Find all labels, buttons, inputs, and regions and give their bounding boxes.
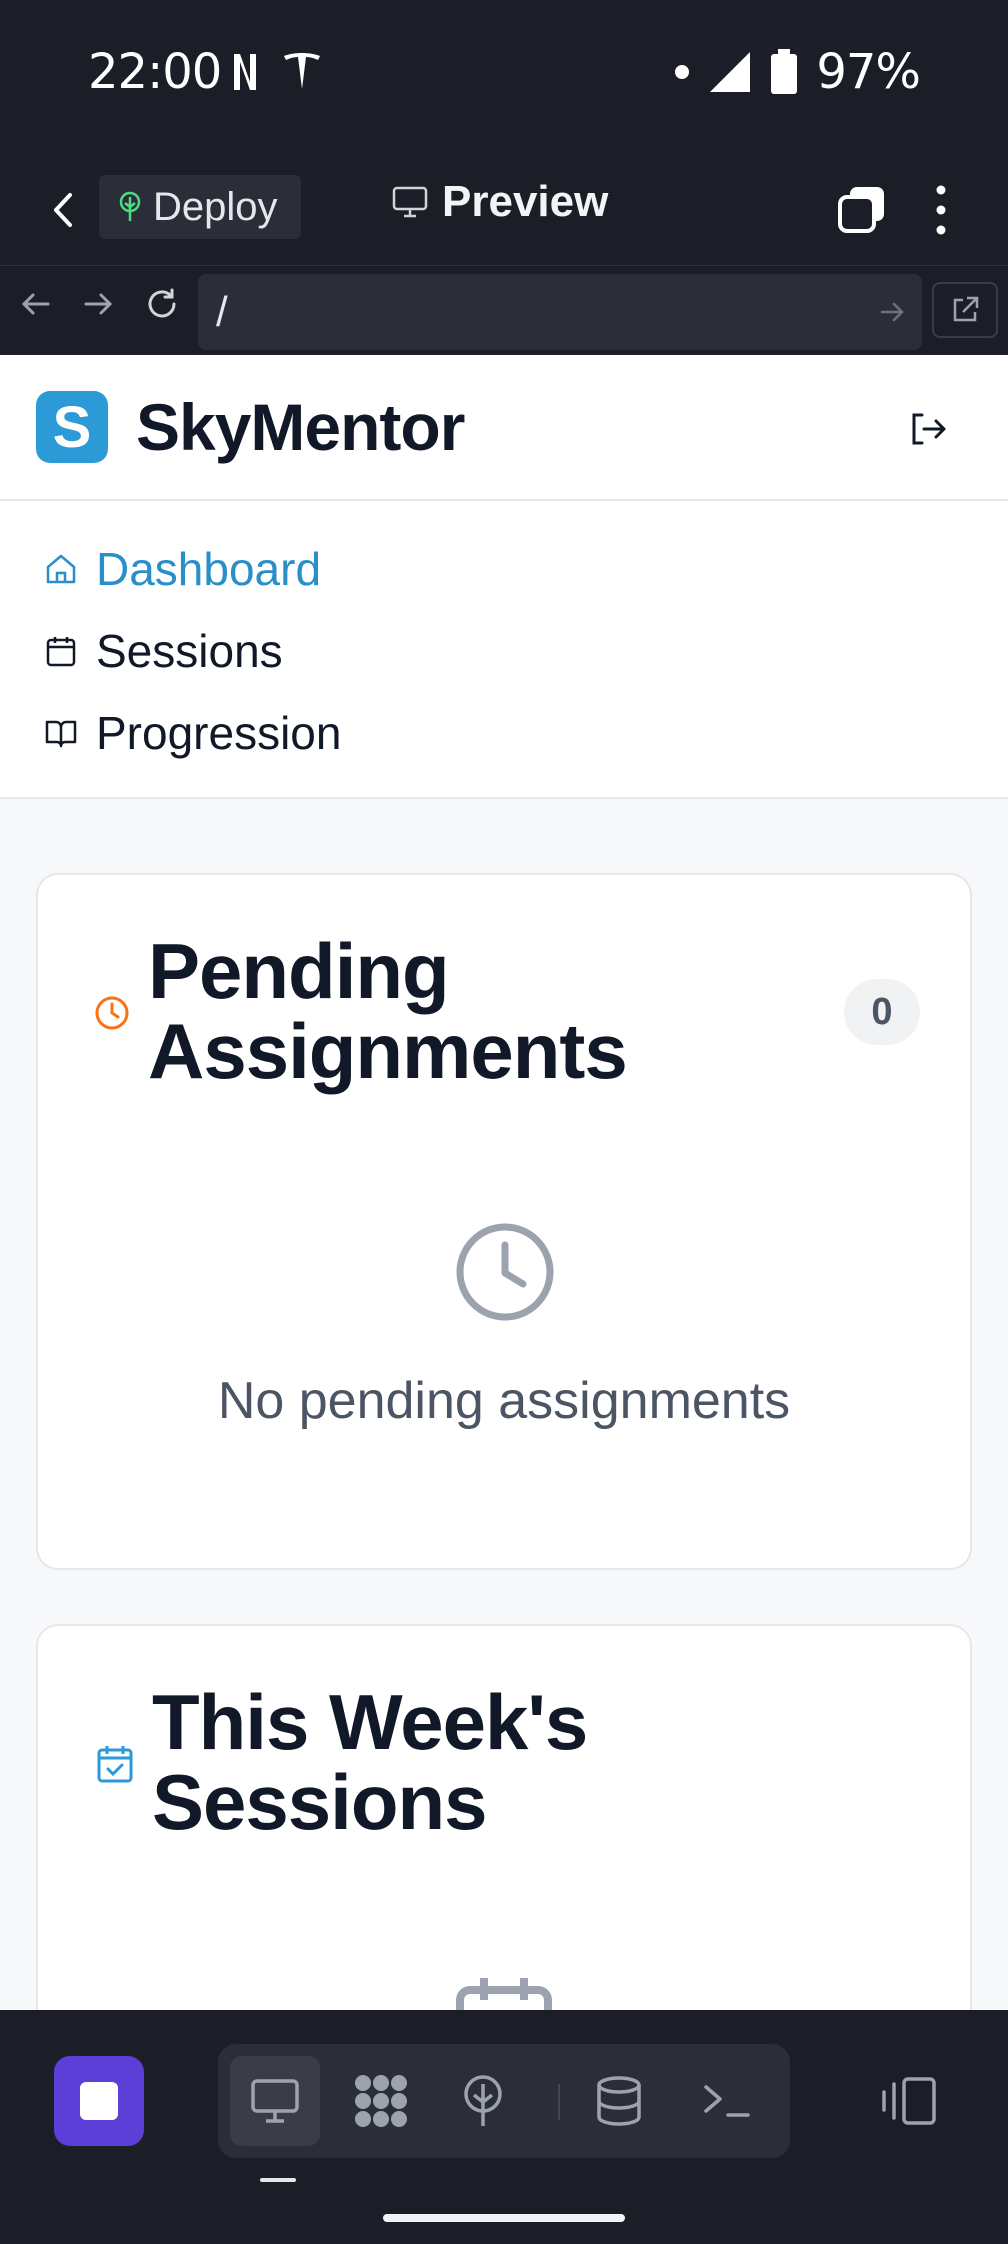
card-title: Pending Assignments xyxy=(148,927,628,1095)
clock: 22:00 xyxy=(88,44,222,100)
back-chevron-icon[interactable] xyxy=(44,185,84,235)
database-icon xyxy=(597,2076,641,2126)
url-text: / xyxy=(216,288,228,335)
deploy-button[interactable]: Deploy xyxy=(99,175,301,239)
deploy-tree-icon xyxy=(119,191,141,221)
stop-button[interactable] xyxy=(54,2056,144,2146)
nav-back-arrow-icon[interactable] xyxy=(16,284,56,324)
home-indicator[interactable] xyxy=(383,2214,625,2222)
status-bar: 22:00 97% xyxy=(0,0,1008,155)
terminal-icon xyxy=(704,2085,750,2117)
preview-label: Preview xyxy=(442,177,609,226)
nav-item-progression[interactable]: Progression xyxy=(44,701,341,765)
app-header: S SkyMentor xyxy=(0,355,1008,501)
netflix-icon xyxy=(234,54,256,90)
battery-icon xyxy=(771,49,798,94)
nav-label: Sessions xyxy=(96,625,283,677)
nav-item-sessions[interactable]: Sessions xyxy=(44,619,283,683)
card-title: This Week's Sessions xyxy=(152,1678,588,1846)
nav-label: Dashboard xyxy=(96,543,322,595)
main-nav: Dashboard Sessions Progression xyxy=(0,501,1008,799)
grid-blob-icon xyxy=(355,2075,407,2127)
tool-group xyxy=(218,2044,790,2158)
app-logo: S xyxy=(36,391,108,463)
deploy-tree-icon xyxy=(464,2075,502,2126)
tool-deploy[interactable] xyxy=(438,2056,528,2146)
count-badge: 0 xyxy=(844,979,920,1045)
signal-icon xyxy=(710,52,751,92)
stop-icon xyxy=(80,2082,118,2120)
battery-percent: 97% xyxy=(816,44,921,100)
tabs-icon[interactable] xyxy=(838,185,886,233)
url-input[interactable]: / xyxy=(198,274,922,350)
bottom-toolbar xyxy=(0,2010,1008,2244)
deploy-label: Deploy xyxy=(153,184,278,229)
home-icon xyxy=(46,554,76,584)
preview-toolbar: Deploy Preview xyxy=(0,155,1008,265)
nav-forward-arrow-icon[interactable] xyxy=(78,284,118,324)
preview-title: Preview xyxy=(392,177,608,227)
external-link-icon xyxy=(953,296,979,322)
calendar-check-icon xyxy=(97,1746,133,1783)
tool-packages[interactable] xyxy=(336,2056,426,2146)
logout-icon[interactable] xyxy=(906,407,950,451)
go-arrow-icon[interactable] xyxy=(876,296,908,328)
calendar-icon xyxy=(46,637,76,667)
tesla-icon xyxy=(284,53,320,89)
monitor-icon xyxy=(251,2079,299,2123)
nav-item-dashboard[interactable]: Dashboard xyxy=(44,537,321,601)
app-name: SkyMentor xyxy=(136,390,465,464)
notification-dot-icon xyxy=(675,65,690,79)
empty-clock-icon xyxy=(456,1223,554,1321)
nav-label: Progression xyxy=(96,707,342,759)
tool-terminal[interactable] xyxy=(682,2056,772,2146)
open-external-button[interactable] xyxy=(932,282,998,338)
url-bar: / xyxy=(0,265,1008,355)
book-icon xyxy=(45,720,77,748)
pending-assignments-card: Pending Assignments 0 No pending assignm… xyxy=(36,873,972,1570)
monitor-icon xyxy=(392,186,428,218)
more-vertical-icon[interactable] xyxy=(926,183,956,237)
clock-icon xyxy=(95,996,129,1030)
empty-message: No pending assignments xyxy=(217,1372,791,1430)
tool-database[interactable] xyxy=(574,2056,664,2146)
tool-preview[interactable] xyxy=(230,2056,320,2146)
reload-icon[interactable] xyxy=(142,284,182,324)
device-toggle-icon[interactable] xyxy=(880,2076,938,2126)
